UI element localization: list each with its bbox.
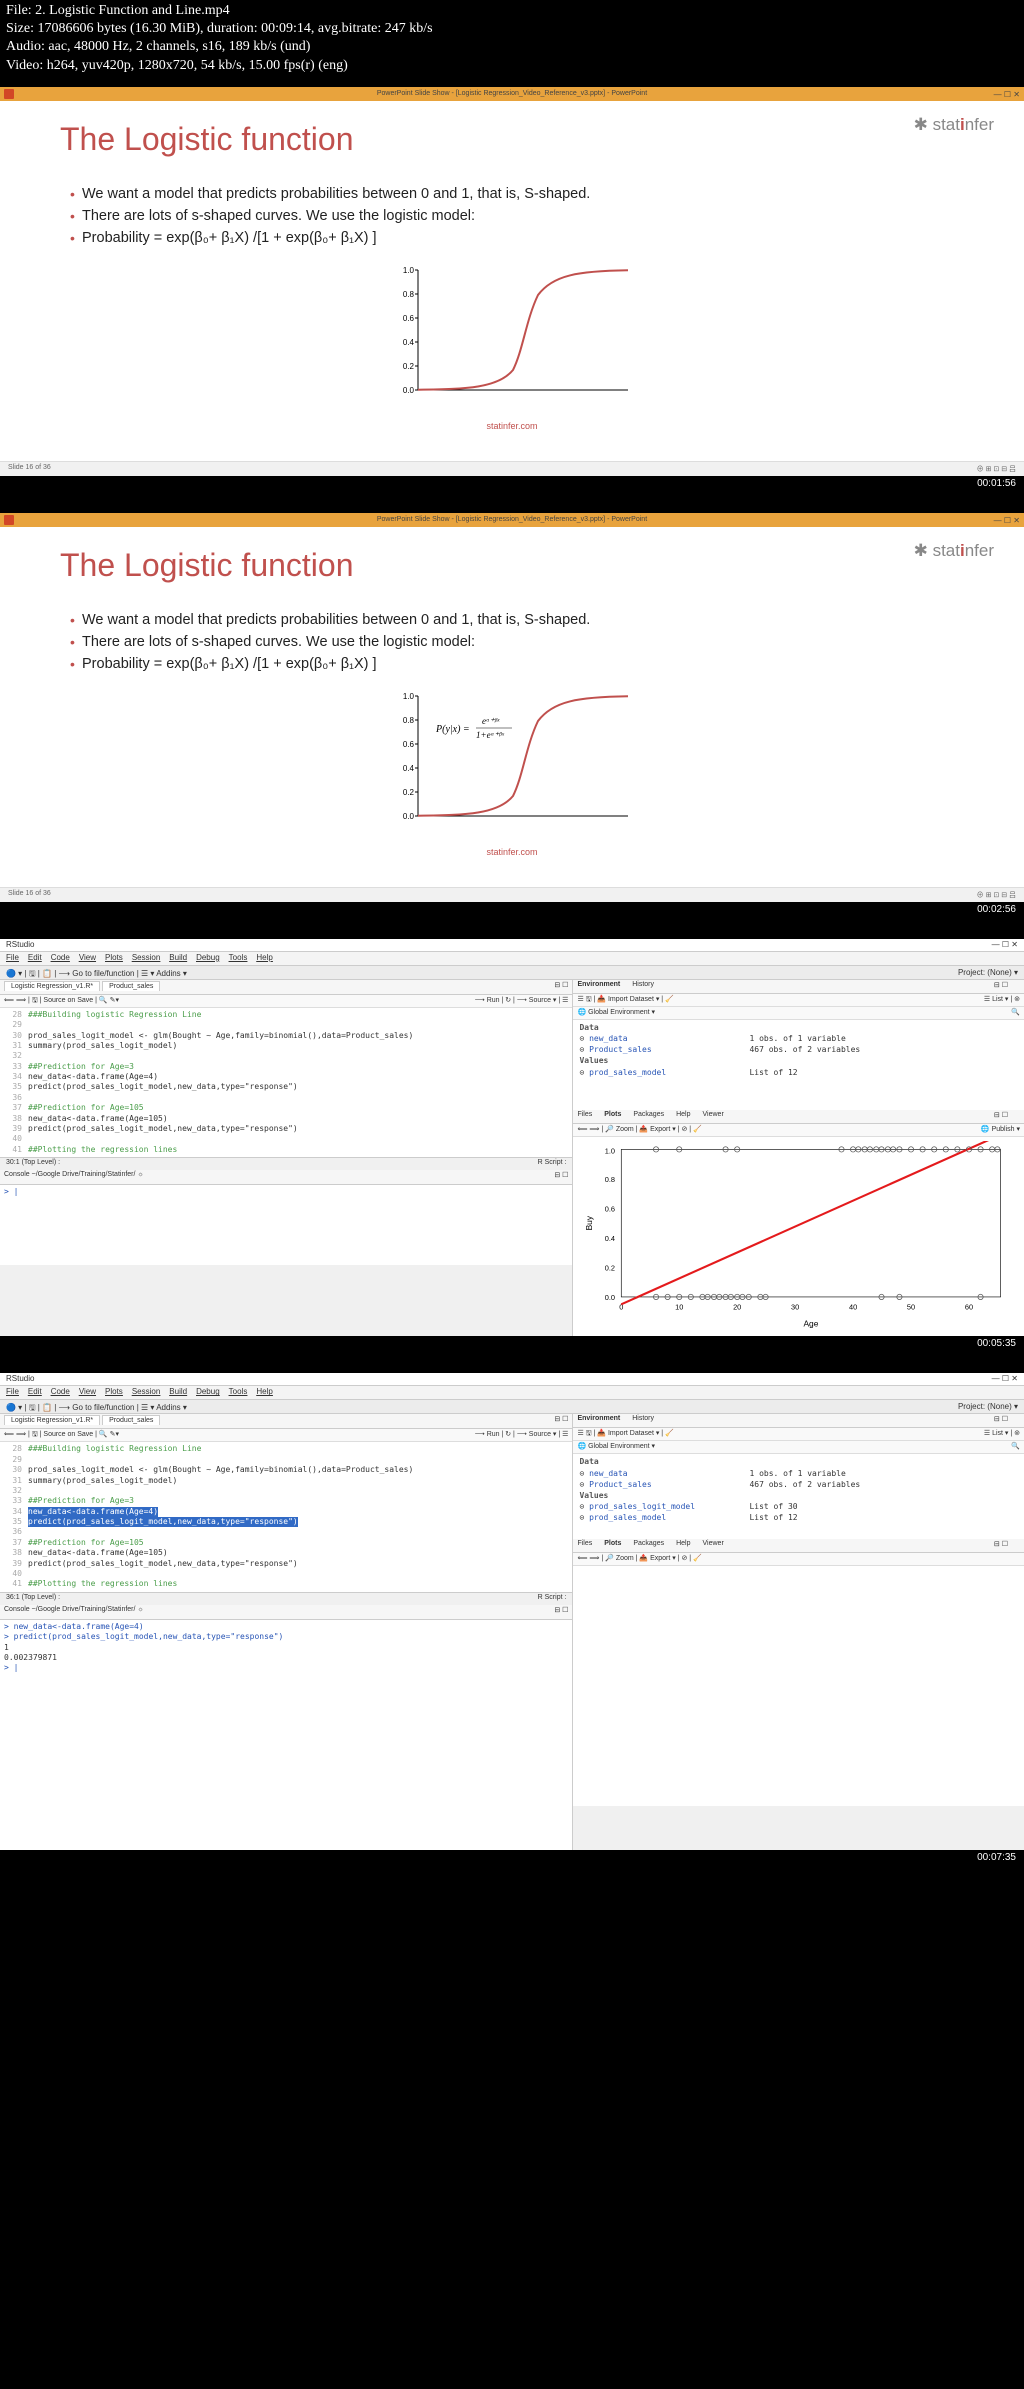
project-selector[interactable]: Project: (None) ▾: [958, 968, 1018, 977]
ppt-window-2: PowerPoint Slide Show - [Logistic Regres…: [0, 513, 1024, 902]
env-tabs[interactable]: EnvironmentHistory ⊟ ☐: [573, 1414, 1024, 1428]
window-controls[interactable]: — ☐ ✕: [994, 514, 1020, 528]
env-toolbar[interactable]: ☰ 🖫 | 📥 Import Dataset ▾ | 🧹☰ List ▾ | ⊚: [573, 1428, 1024, 1441]
console-tab[interactable]: Console ~/Google Drive/Training/Statinfe…: [0, 1605, 572, 1620]
svg-text:1.0: 1.0: [403, 692, 415, 701]
console-tab[interactable]: Console ~/Google Drive/Training/Statinfe…: [0, 1170, 572, 1185]
svg-text:0.4: 0.4: [403, 338, 415, 347]
bullet-list: We want a model that predicts probabilit…: [70, 186, 964, 246]
chart-caption: statinfer.com: [60, 421, 964, 431]
svg-text:50: 50: [907, 1302, 915, 1311]
window-controls[interactable]: — ☐ ✕: [994, 88, 1020, 102]
ppt-titlebar: PowerPoint Slide Show - [Logistic Regres…: [0, 513, 1024, 527]
timestamp-2: 00:02:56: [0, 902, 1024, 919]
svg-text:Buy: Buy: [584, 1215, 594, 1230]
file-info: File: 2. Logistic Function and Line.mp4 …: [0, 0, 1024, 77]
editor-status: 36:1 (Top Level) :R Script :: [0, 1592, 572, 1605]
tab-data: Product_sales: [102, 981, 160, 991]
svg-text:0.0: 0.0: [403, 386, 415, 395]
timestamp-1: 00:01:56: [0, 476, 1024, 493]
svg-text:20: 20: [734, 1302, 742, 1311]
timestamp-3: 00:05:35: [0, 1336, 1024, 1353]
svg-text:0.0: 0.0: [403, 812, 415, 821]
window-controls[interactable]: — ☐ ✕: [992, 1374, 1018, 1384]
logistic-chart-1: 0.0 0.2 0.4 0.6 0.8 1.0 statinfer.com: [60, 264, 964, 431]
source-tabs[interactable]: Logistic Regression_v1.R* Product_sales …: [0, 980, 572, 995]
svg-text:0.8: 0.8: [403, 290, 415, 299]
svg-text:1.0: 1.0: [403, 266, 415, 275]
tab-script: Logistic Regression_v1.R*: [4, 981, 100, 991]
slide-1: ✱ statinfer The Logistic function We wan…: [0, 101, 1024, 461]
ppt-status-bar: Slide 16 of 36 ⊕ ⊞ ⊡ ⊟ 吕: [0, 887, 1024, 902]
svg-text:0.6: 0.6: [403, 740, 415, 749]
svg-text:60: 60: [965, 1302, 973, 1311]
svg-text:Age: Age: [804, 1318, 819, 1328]
code-editor[interactable]: 28###Building logistic Regression Line29…: [0, 1442, 572, 1591]
statinfer-logo: ✱ statinfer: [914, 541, 994, 561]
env-panel[interactable]: Data ⊙ new_data1 obs. of 1 variable ⊙ Pr…: [573, 1020, 1024, 1080]
r-console[interactable]: > new_data<-data.frame(Age=4) > predict(…: [0, 1620, 572, 1850]
slide-title: The Logistic function: [60, 547, 964, 584]
rstudio-toolbar[interactable]: 🔵 ▾ | 🖫 | 📋 | ⟶ Go to file/function | ☰ …: [0, 966, 1024, 980]
env-toolbar[interactable]: ☰ 🖫 | 📥 Import Dataset ▾ | 🧹☰ List ▾ | ⊚: [573, 994, 1024, 1007]
svg-text:0.2: 0.2: [605, 1263, 615, 1272]
env-tabs[interactable]: EnvironmentHistory ⊟ ☐: [573, 980, 1024, 994]
rstudio-menubar[interactable]: FileEditCodeViewPlotsSessionBuildDebugTo…: [0, 952, 1024, 966]
env-panel[interactable]: Data ⊙ new_data1 obs. of 1 variable ⊙ Pr…: [573, 1454, 1024, 1525]
r-console[interactable]: > |: [0, 1185, 572, 1265]
rstudio-window-2: RStudio — ☐ ✕ FileEditCodeViewPlotsSessi…: [0, 1373, 1024, 1849]
project-selector[interactable]: Project: (None) ▾: [958, 1402, 1018, 1411]
slide-2: ✱ statinfer The Logistic function We wan…: [0, 527, 1024, 887]
code-editor[interactable]: 28###Building logistic Regression Line29…: [0, 1008, 572, 1157]
rstudio-menubar[interactable]: FileEditCodeViewPlotsSessionBuildDebugTo…: [0, 1386, 1024, 1400]
statinfer-logo: ✱ statinfer: [914, 115, 994, 135]
plot-tabs[interactable]: FilesPlotsPackagesHelpViewer ⊟ ☐: [573, 1539, 1024, 1553]
source-toolbar[interactable]: ⟸ ⟹ | 🖫 | Source on Save | 🔍 ✎▾ ⟶ Run | …: [0, 1429, 572, 1442]
svg-text:eᵅ⁺ᵝˣ: eᵅ⁺ᵝˣ: [482, 716, 500, 726]
chart-caption: statinfer.com: [60, 847, 964, 857]
env-scope[interactable]: 🌐 Global Environment ▾🔍: [573, 1441, 1024, 1454]
plot-tabs[interactable]: FilesPlotsPackagesHelpViewer ⊟ ☐: [573, 1110, 1024, 1124]
svg-text:0.8: 0.8: [403, 716, 415, 725]
logistic-chart-2: 0.0 0.2 0.4 0.6 0.8 1.0 P(y|x) = eᵅ⁺ᵝˣ 1…: [60, 690, 964, 857]
ppt-icon: [4, 89, 14, 99]
ppt-icon: [4, 515, 14, 525]
env-scope[interactable]: 🌐 Global Environment ▾🔍: [573, 1007, 1024, 1020]
svg-text:0.2: 0.2: [403, 362, 415, 371]
svg-text:0.6: 0.6: [403, 314, 415, 323]
rstudio-toolbar[interactable]: 🔵 ▾ | 🖫 | 📋 | ⟶ Go to file/function | ☰ …: [0, 1400, 1024, 1414]
timestamp-4: 00:07:35: [0, 1850, 1024, 1867]
slide-title: The Logistic function: [60, 121, 964, 158]
ppt-status-bar: Slide 16 of 36 ⊕ ⊞ ⊡ ⊟ 吕: [0, 461, 1024, 476]
ppt-titlebar: PowerPoint Slide Show - [Logistic Regres…: [0, 87, 1024, 101]
plot-toolbar[interactable]: ⟸ ⟹ | 🔎 Zoom | 📤 Export ▾ | ⊘ | 🧹: [573, 1553, 1024, 1566]
ppt-window-1: PowerPoint Slide Show - [Logistic Regres…: [0, 87, 1024, 476]
tab-script: Logistic Regression_v1.R*: [4, 1415, 100, 1425]
svg-text:P(y|x) =: P(y|x) =: [435, 724, 470, 735]
svg-text:10: 10: [676, 1302, 684, 1311]
source-tabs[interactable]: Logistic Regression_v1.R* Product_sales …: [0, 1414, 572, 1429]
rstudio-titlebar: RStudio — ☐ ✕: [0, 939, 1024, 952]
rstudio-titlebar: RStudio — ☐ ✕: [0, 1373, 1024, 1386]
svg-text:30: 30: [791, 1302, 799, 1311]
rstudio-plot: 0.00.2 0.40.6 0.81.0 010 2030 4050 60 Ag…: [573, 1137, 1024, 1337]
source-toolbar[interactable]: ⟸ ⟹ | 🖫 | Source on Save | 🔍 ✎▾ ⟶ Run | …: [0, 995, 572, 1008]
svg-text:0.4: 0.4: [605, 1234, 615, 1243]
rstudio-plot-empty: [573, 1566, 1024, 1806]
svg-text:40: 40: [849, 1302, 857, 1311]
svg-text:0.4: 0.4: [403, 764, 415, 773]
plot-toolbar[interactable]: ⟸ ⟹ | 🔎 Zoom | 📤 Export ▾ | ⊘ | 🧹🌐 Publi…: [573, 1124, 1024, 1137]
editor-status: 30:1 (Top Level) :R Script :: [0, 1157, 572, 1170]
rstudio-window-1: RStudio — ☐ ✕ FileEditCodeViewPlotsSessi…: [0, 939, 1024, 1337]
svg-text:0.6: 0.6: [605, 1204, 615, 1213]
svg-text:0.8: 0.8: [605, 1175, 615, 1184]
svg-text:1.0: 1.0: [605, 1146, 615, 1155]
tab-data: Product_sales: [102, 1415, 160, 1425]
svg-text:0.0: 0.0: [605, 1293, 615, 1302]
svg-text:0.2: 0.2: [403, 788, 415, 797]
bullet-list: We want a model that predicts probabilit…: [70, 612, 964, 672]
window-controls[interactable]: — ☐ ✕: [992, 940, 1018, 950]
svg-text:1+eᵅ⁺ᵝˣ: 1+eᵅ⁺ᵝˣ: [476, 730, 504, 740]
